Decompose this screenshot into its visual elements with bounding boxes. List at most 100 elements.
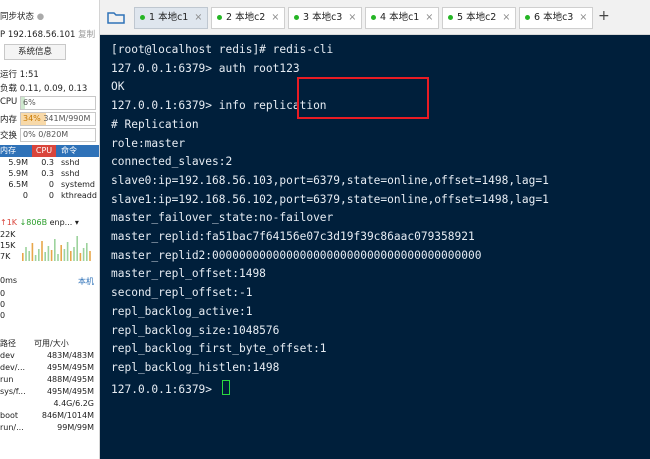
- tab-2[interactable]: 2 本地c2 ×: [211, 7, 285, 29]
- copy-link[interactable]: 复制: [78, 30, 95, 40]
- highlight-box: [297, 77, 429, 119]
- network-activity-bar: [41, 241, 43, 261]
- terminal-line: 127.0.0.1:6379> auth root123: [111, 61, 300, 75]
- filesystem-row[interactable]: run 488M/495M: [0, 374, 99, 386]
- network-activity-bar: [79, 253, 82, 261]
- tab-1[interactable]: 1 本地c1 ×: [134, 7, 208, 29]
- filesystem-path: dev: [0, 351, 15, 360]
- cpu-bar: 6%: [20, 96, 96, 110]
- col-available[interactable]: 可用/大小: [34, 338, 94, 350]
- filesystem-row[interactable]: boot 846M/1014M: [0, 410, 99, 422]
- mem-detail: 341M/990M: [43, 114, 91, 123]
- terminal-line: slave0:ip=192.168.56.103,port=6379,state…: [111, 173, 549, 187]
- close-icon[interactable]: ×: [271, 12, 279, 23]
- net-scale-15k: 15K: [0, 241, 16, 250]
- terminal-line: role:master: [111, 136, 186, 150]
- terminal-line: master_replid:fa51bac7f64156e07c3d19f39c…: [111, 230, 475, 243]
- sidebar-panel: 同步状态 ● P 192.168.56.101 复制 系统信息 运行 1:51 …: [0, 0, 100, 459]
- process-row[interactable]: 5.9M 0.3 sshd: [0, 157, 99, 168]
- new-tab-button[interactable]: +: [598, 8, 610, 24]
- net-up: ↑1K: [0, 218, 18, 227]
- filesystem-table: 路径 可用/大小 dev 483M/483M dev/... 495M/495M run…: [0, 338, 99, 434]
- filesystem-size: 99M/99M: [57, 423, 94, 432]
- mem-bar: 34% 341M/990M: [20, 112, 96, 126]
- filesystem-path: boot: [0, 411, 19, 420]
- tab-label: 3 本地c3: [303, 12, 343, 23]
- swap-detail: 0/820M: [38, 130, 69, 139]
- col-cpu[interactable]: CPU: [32, 145, 56, 157]
- process-row[interactable]: 5.9M 0.3 sshd: [0, 168, 99, 179]
- cpu-value: 6%: [23, 98, 36, 107]
- close-icon[interactable]: ×: [348, 12, 356, 23]
- load-average: 负载 0.11, 0.09, 0.13: [0, 84, 88, 94]
- session-status-icon: [140, 14, 145, 20]
- network-activity-bar: [86, 243, 88, 261]
- col-command[interactable]: 命令: [61, 145, 77, 157]
- process-mem: 5.9M: [8, 158, 28, 167]
- filesystem-size: 846M/1014M: [41, 411, 94, 420]
- session-status-icon: [217, 14, 222, 20]
- network-activity-bar: [60, 245, 62, 261]
- close-icon[interactable]: ×: [579, 12, 587, 23]
- swap-percent: 0%: [23, 130, 36, 139]
- process-table: 内存 CPU 命令 5.9M 0.3 sshd 5.9M 0.3 sshd 6.5M 0 sys…: [0, 145, 99, 201]
- network-activity-bar: [34, 255, 37, 261]
- net-down: ↓806B: [19, 218, 48, 227]
- network-activity-bar: [82, 248, 85, 261]
- ip-address: P 192.168.56.101: [0, 30, 76, 40]
- cpu-label: CPU: [0, 97, 18, 107]
- network-activity-bar: [31, 243, 34, 261]
- close-icon[interactable]: ×: [194, 12, 202, 23]
- latency-value-3: 0: [0, 311, 6, 320]
- filesystem-row[interactable]: dev 483M/483M: [0, 350, 99, 362]
- filesystem-size: 4.4G/6.2G: [53, 399, 94, 408]
- mem-percent: 34%: [23, 114, 41, 123]
- net-header: ↑1K ↓806B enp... ▾: [0, 218, 79, 227]
- terminal-line: OK: [111, 80, 125, 94]
- system-info-button[interactable]: 系统信息: [4, 44, 66, 60]
- mem-value: 34% 341M/990M: [21, 114, 90, 123]
- tab-6[interactable]: 6 本地c3 ×: [519, 7, 593, 29]
- terminal-line: repl_backlog_histlen:1498: [111, 360, 280, 374]
- close-icon[interactable]: ×: [425, 12, 433, 23]
- process-row[interactable]: 0 0 kthreadd: [0, 190, 99, 201]
- net-interface-select[interactable]: enp...: [50, 218, 73, 227]
- tab-4[interactable]: 4 本地c1 ×: [365, 7, 439, 29]
- swap-label: 交换: [0, 131, 18, 141]
- terminal-line: slave1:ip=192.168.56.102,port=6379,state…: [111, 192, 549, 206]
- process-mem: 5.9M: [8, 169, 28, 178]
- network-activity-bar: [28, 251, 30, 261]
- terminal-line: second_repl_offset:-1: [111, 286, 253, 300]
- network-activity-bar: [57, 254, 59, 261]
- tab-label: 5 本地c2: [457, 12, 497, 23]
- close-icon[interactable]: ×: [502, 12, 510, 23]
- process-command: sshd: [61, 169, 80, 178]
- process-command: systemd: [61, 180, 95, 189]
- network-activity-bar: [47, 246, 50, 261]
- terminal-line: repl_backlog_size:1048576: [111, 323, 280, 337]
- network-activity-bar: [25, 247, 27, 261]
- sync-status-label: 同步状态: [0, 12, 35, 22]
- latency-label: 0ms: [0, 276, 18, 285]
- latency-local[interactable]: 本机: [78, 276, 94, 287]
- tab-5[interactable]: 5 本地c2 ×: [442, 7, 516, 29]
- filesystem-row[interactable]: 4.4G/6.2G: [0, 398, 99, 410]
- folder-icon[interactable]: [106, 9, 126, 25]
- chevron-down-icon[interactable]: ▾: [75, 218, 79, 227]
- col-path[interactable]: 路径: [0, 338, 28, 350]
- terminal-output[interactable]: [root@localhost redis]# redis-cli 127.0.0…: [100, 35, 650, 459]
- tab-3[interactable]: 3 本地c3 ×: [288, 7, 362, 29]
- process-cpu: 0.3: [41, 158, 54, 167]
- network-activity-bar: [70, 251, 72, 261]
- network-activity-bar: [76, 236, 78, 261]
- filesystem-path: sys/f...: [0, 387, 26, 396]
- terminal-cursor: [221, 379, 230, 395]
- filesystem-row[interactable]: run/... 99M/99M: [0, 422, 99, 434]
- swap-bar: 0% 0/820M: [20, 128, 96, 142]
- col-mem[interactable]: 内存: [0, 145, 28, 157]
- filesystem-row[interactable]: sys/f... 495M/495M: [0, 386, 99, 398]
- process-row[interactable]: 6.5M 0 systemd: [0, 179, 99, 190]
- tab-bar: 1 本地c1 × 2 本地c2 × 3 本地c3 × 4 本地c1 × 5 本地c2 × 6 本地c…: [100, 0, 650, 35]
- terminal-line: master_failover_state:no-failover: [111, 211, 334, 225]
- filesystem-row[interactable]: dev/... 495M/495M: [0, 362, 99, 374]
